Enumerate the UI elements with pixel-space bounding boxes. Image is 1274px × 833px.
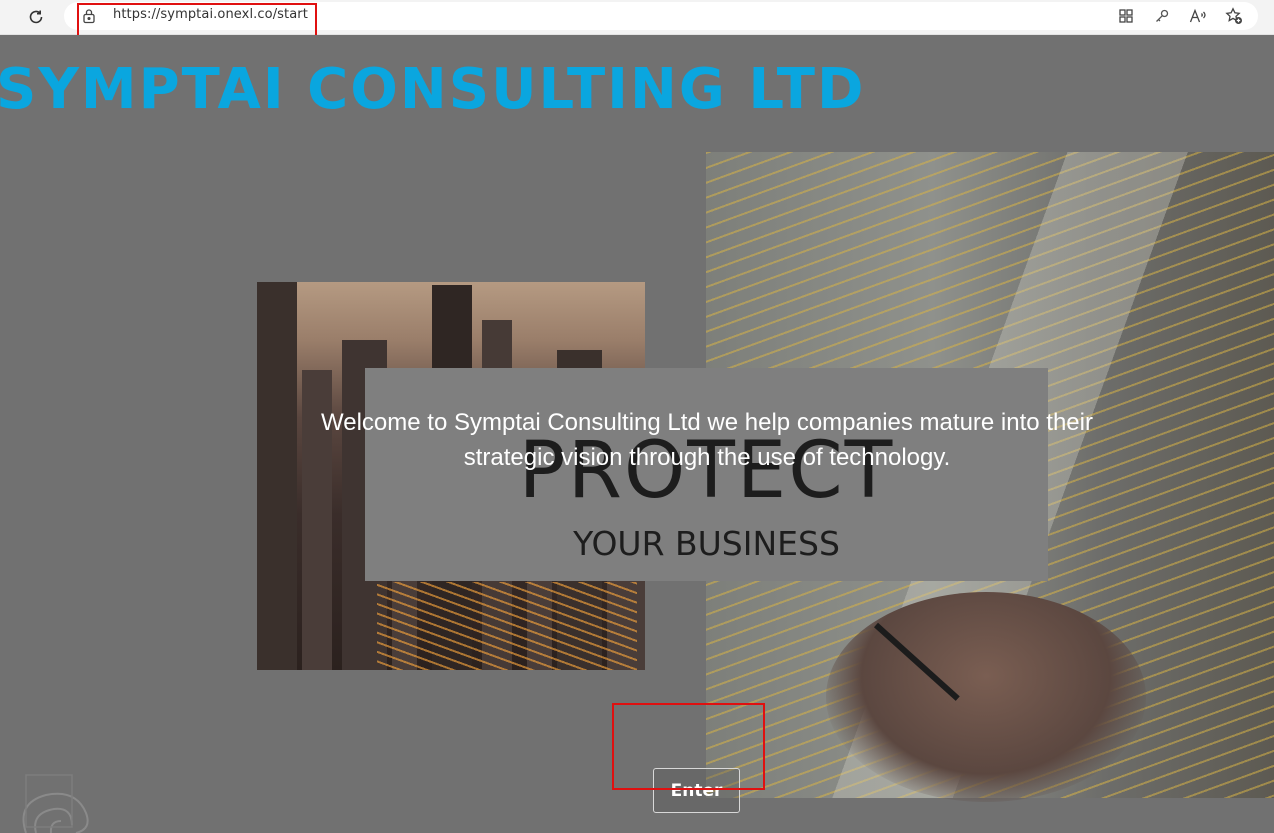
favorites-add-icon[interactable] xyxy=(1225,7,1243,25)
site-title: SYMPTAI CONSULTING LTD xyxy=(0,57,866,122)
lock-icon[interactable] xyxy=(82,8,96,29)
reload-icon[interactable] xyxy=(24,5,48,29)
read-aloud-icon[interactable] xyxy=(1189,7,1207,25)
apps-icon[interactable] xyxy=(1117,7,1135,25)
page-content: SYMPTAI CONSULTING LTD PROTECT YOUR BUSI… xyxy=(0,35,1274,833)
enter-button[interactable]: Enter xyxy=(653,768,740,813)
address-url[interactable]: https://symptai.onexl.co/start xyxy=(113,7,308,22)
key-icon[interactable] xyxy=(1153,7,1171,25)
protect-subheading: YOUR BUSINESS xyxy=(573,524,840,563)
swirl-logo-icon xyxy=(6,763,106,833)
browser-toolbar: https://symptai.onexl.co/start xyxy=(0,0,1274,35)
welcome-text: Welcome to Symptai Consulting Ltd we hel… xyxy=(321,409,1093,471)
